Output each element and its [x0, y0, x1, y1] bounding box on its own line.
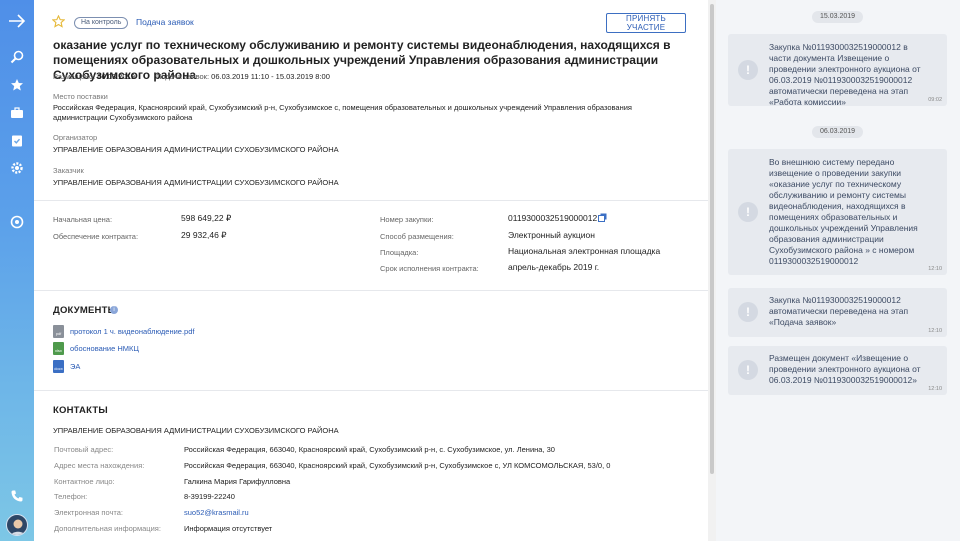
- search-icon[interactable]: [0, 46, 34, 68]
- expand-arrow-icon[interactable]: [0, 10, 34, 32]
- docx-file-icon: docx: [53, 360, 64, 373]
- submission-label: Подача заявок:: [156, 72, 210, 81]
- submission-value: 06.03.2019 11:10 - 15.03.2019 8:00: [211, 72, 330, 81]
- favorite-star-icon[interactable]: [52, 15, 65, 28]
- tender-title: оказание услуг по техническому обслужива…: [53, 38, 671, 82]
- info-icon[interactable]: i: [110, 306, 118, 314]
- checklist-icon[interactable]: [0, 130, 34, 152]
- contact-value: Российская Федерация, 663040, Красноярск…: [184, 461, 611, 470]
- message-time: 09:02: [928, 97, 942, 103]
- number-label: Номер закупки:: [380, 215, 434, 224]
- submission-meta: Подача заявок: 06.03.2019 11:10 - 15.03.…: [156, 72, 330, 81]
- customer-value: УПРАВЛЕНИЕ ОБРАЗОВАНИЯ АДМИНИСТРАЦИИ СУХ…: [53, 178, 339, 187]
- message-time: 12:10: [928, 328, 942, 334]
- platform-label: Площадка:: [380, 248, 419, 257]
- organizer-value: УПРАВЛЕНИЕ ОБРАЗОВАНИЯ АДМИНИСТРАЦИИ СУХ…: [53, 145, 339, 154]
- organizer-label: Организатор: [53, 133, 98, 142]
- xlsx-file-icon: xlsx: [53, 342, 64, 355]
- customer-label: Заказчик: [53, 166, 84, 175]
- method-label: Способ размещения:: [380, 232, 454, 241]
- delivery-value-line1: Российская Федерация, Красноярский край,…: [53, 103, 632, 112]
- date-separator: 06.03.2019: [812, 126, 864, 138]
- feed-message: ! Во внешнюю систему передано извещение …: [728, 149, 947, 275]
- feed-message: ! Закупка №0119300032519000012 в части д…: [728, 34, 947, 107]
- term-value: апрель-декабрь 2019 г.: [508, 262, 600, 272]
- settings-gear-icon[interactable]: [0, 157, 34, 179]
- briefcase-icon[interactable]: [0, 102, 34, 124]
- contact-label: Телефон:: [54, 492, 88, 501]
- alert-icon: !: [738, 302, 758, 322]
- document-name[interactable]: протокол 1 ч. видеонаблюдение.pdf: [70, 327, 194, 336]
- message-time: 12:10: [928, 386, 942, 392]
- divider: [34, 390, 708, 391]
- copy-icon[interactable]: [598, 213, 607, 222]
- documents-heading: ДОКУМЕНТЫ: [53, 305, 118, 316]
- security-value: 29 932,46 ₽: [181, 230, 227, 240]
- alert-icon: !: [738, 360, 758, 380]
- start-price-value: 598 649,22 ₽: [181, 213, 232, 223]
- alert-icon: !: [738, 60, 758, 80]
- message-time: 12:10: [928, 266, 942, 272]
- contact-label: Адрес места нахождения:: [54, 461, 145, 470]
- document-item[interactable]: pdf протокол 1 ч. видеонаблюдение.pdf: [53, 325, 194, 338]
- document-item[interactable]: xlsx обоснование НМКЦ: [53, 342, 139, 355]
- document-name[interactable]: ЭА: [70, 362, 80, 371]
- contact-value: 8-39199-22240: [184, 492, 235, 501]
- contact-label: Контактное лицо:: [54, 477, 115, 486]
- delivery-label: Место поставки: [53, 92, 108, 101]
- number-value: 0119300032519000012: [508, 213, 598, 223]
- star-icon[interactable]: [0, 74, 34, 96]
- phone-icon[interactable]: [0, 485, 34, 507]
- method-value: Электронный аукцион: [508, 230, 595, 240]
- contact-value: Российская Федерация, 663040, Красноярск…: [184, 445, 555, 454]
- contact-label: Дополнительная информация:: [54, 524, 161, 533]
- contact-label: Почтовый адрес:: [54, 445, 114, 454]
- message-text: Во внешнюю систему передано извещение о …: [769, 157, 918, 266]
- help-circle-icon[interactable]: [0, 211, 34, 233]
- feed-message: ! Размещен документ «Извещение о проведе…: [728, 346, 947, 395]
- user-avatar[interactable]: [6, 514, 28, 536]
- contacts-heading: КОНТАКТЫ: [53, 405, 108, 416]
- start-price-label: Начальная цена:: [53, 215, 113, 224]
- watch-badge[interactable]: На контроль: [74, 17, 129, 29]
- contact-value: Информация отсутствует: [184, 524, 273, 533]
- published-value: 06.03.2019: [97, 72, 135, 81]
- security-label: Обеспечение контракта:: [53, 232, 139, 241]
- document-item[interactable]: docx ЭА: [53, 360, 80, 373]
- message-text: Закупка №0119300032519000012 автоматичес…: [769, 295, 909, 327]
- divider: [34, 290, 708, 291]
- published-meta: Размещено: 06.03.2019: [53, 72, 135, 81]
- contact-email-link[interactable]: suo52@krasmail.ru: [184, 508, 249, 517]
- sidebar: [0, 0, 34, 541]
- feed-message: ! Закупка №0119300032519000012 автоматич…: [728, 288, 947, 337]
- alert-icon: !: [738, 202, 758, 222]
- divider: [34, 200, 708, 201]
- message-text: Закупка №0119300032519000012 в части док…: [769, 42, 921, 107]
- delivery-value-line2: администрации Сухобузимского района: [53, 113, 193, 122]
- message-text: Размещен документ «Извещение о проведени…: [769, 353, 921, 385]
- term-label: Срок исполнения контракта:: [380, 264, 479, 273]
- main-scrollbar[interactable]: [708, 0, 716, 541]
- date-separator: 15.03.2019: [812, 11, 864, 23]
- contact-label: Электронная почта:: [54, 508, 124, 517]
- participate-button[interactable]: ПРИНЯТЬ УЧАСТИЕ: [606, 13, 686, 33]
- contact-value: Галкина Мария Гарифулловна: [184, 477, 291, 486]
- published-label: Размещено:: [53, 72, 96, 81]
- document-name[interactable]: обоснование НМКЦ: [70, 344, 139, 353]
- stage-link[interactable]: Подача заявок: [136, 17, 194, 27]
- platform-value: Национальная электронная площадка: [508, 246, 661, 256]
- pdf-file-icon: pdf: [53, 325, 64, 338]
- contacts-org: УПРАВЛЕНИЕ ОБРАЗОВАНИЯ АДМИНИСТРАЦИИ СУХ…: [53, 426, 339, 435]
